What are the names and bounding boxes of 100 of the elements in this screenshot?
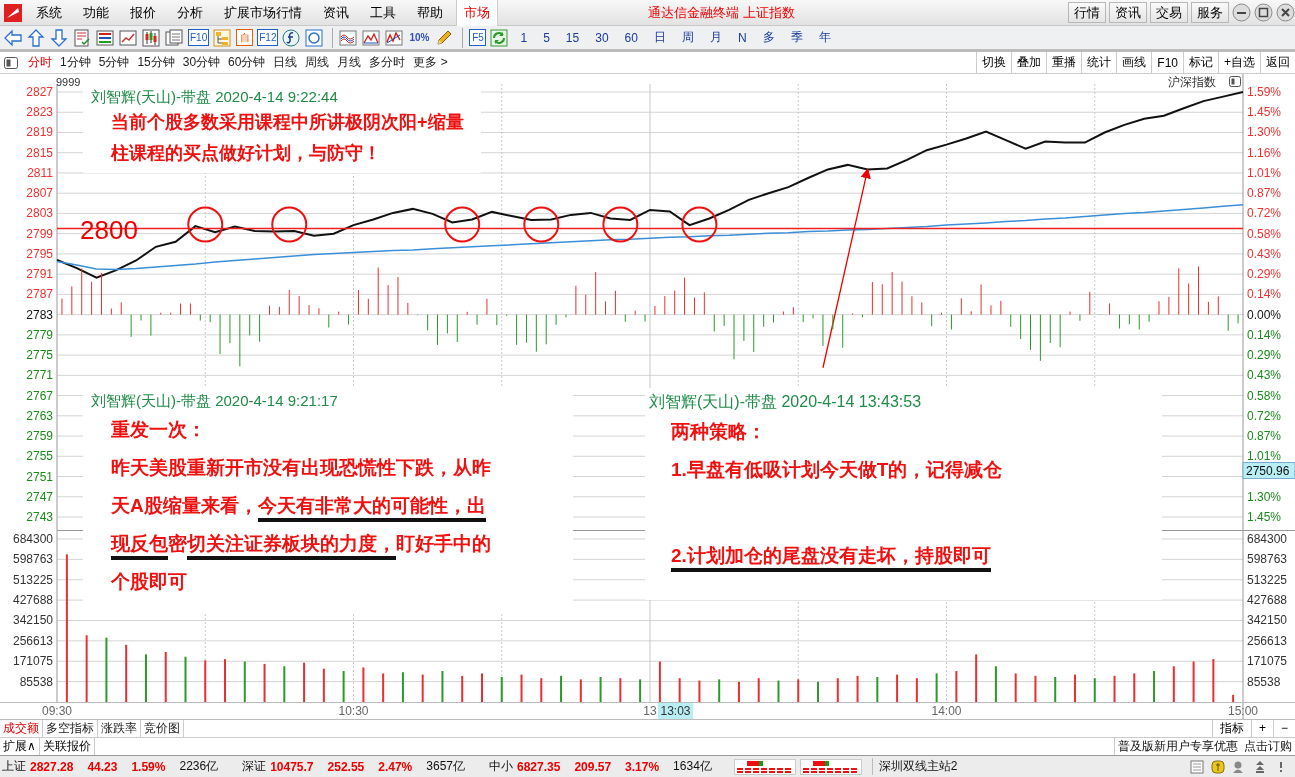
top-button[interactable]: 行情 (1068, 2, 1106, 23)
volume-bar (1232, 694, 1235, 702)
wave-chart-icon[interactable] (339, 28, 358, 47)
top-button[interactable]: 交易 (1150, 2, 1188, 23)
period-tab[interactable]: 多分时 (365, 54, 410, 71)
person-icon[interactable] (1232, 759, 1246, 774)
axis-label: 2743 (26, 510, 53, 524)
close-icon[interactable] (1276, 3, 1295, 22)
toolbar-button[interactable]: F10 (188, 29, 210, 46)
top-button[interactable]: 服务 (1191, 2, 1229, 23)
period-button[interactable]: 15 (557, 30, 588, 45)
period-tab[interactable]: 周线 (301, 54, 334, 71)
period-button[interactable]: 季 (782, 29, 811, 46)
menu-item[interactable]: 系统 (28, 3, 75, 22)
volume-bar (678, 678, 681, 702)
indicator-tab[interactable]: 成交额 (0, 720, 43, 737)
volume-bar (144, 654, 147, 702)
period-tab[interactable]: 5分钟 (94, 54, 134, 71)
pencil-icon[interactable] (435, 28, 454, 47)
indicator-tab[interactable]: 多空指标 (43, 720, 98, 737)
indicator-tab[interactable]: 竞价图 (141, 720, 184, 737)
function-icon[interactable] (282, 28, 301, 47)
volume-bar (658, 661, 661, 702)
area-chart-icon[interactable] (362, 28, 381, 47)
panel-toggle-icon[interactable] (1229, 76, 1241, 87)
market-tab[interactable]: 市场 (456, 0, 498, 26)
volume-bar (876, 677, 879, 702)
volume-bar (896, 674, 899, 702)
period-button[interactable]: 月 (701, 29, 730, 46)
period-button[interactable]: 年 (810, 29, 839, 46)
double-arrow-up-icon[interactable] (1253, 759, 1267, 774)
volume-bar (955, 671, 958, 702)
volume-bar (1054, 677, 1057, 702)
app-logo-icon[interactable] (4, 3, 22, 22)
market-value: 10475.7 (270, 759, 314, 774)
market-name: 上证 (2, 758, 26, 775)
promo-link[interactable]: 点击订购 (1241, 738, 1295, 755)
period-button[interactable]: 多 (754, 29, 783, 46)
volume-bar (303, 662, 306, 702)
period-button[interactable]: 30 (587, 30, 617, 45)
coin-icon[interactable] (1211, 759, 1225, 774)
period-tab[interactable]: 30分钟 (178, 54, 225, 71)
ring-icon[interactable] (305, 28, 324, 47)
table-icon[interactable] (96, 28, 114, 47)
toolbar-button[interactable]: 10% (409, 32, 430, 43)
toolbar-button[interactable]: F12 (257, 29, 279, 46)
volume-bar (698, 680, 701, 702)
extension-tab[interactable]: 扩展∧ (0, 738, 40, 755)
minimize-icon[interactable] (1232, 3, 1251, 22)
top-button[interactable]: 资讯 (1109, 2, 1147, 23)
menu-item[interactable]: 资讯 (315, 3, 362, 22)
period-tab[interactable]: 1分钟 (56, 54, 95, 71)
period-button[interactable]: 60 (616, 30, 646, 45)
axis-label: 2767 (26, 388, 53, 403)
menu-item[interactable]: 分析 (169, 3, 216, 22)
refresh-icon[interactable] (490, 28, 509, 47)
line-chart-icon[interactable] (119, 28, 137, 47)
time-label: 15:00 (1228, 704, 1258, 718)
menu-item[interactable]: 报价 (122, 3, 169, 22)
arrow-up-icon[interactable] (27, 28, 45, 47)
period-tab[interactable]: 月线 (333, 54, 366, 71)
time-label: 09:30 (42, 704, 72, 718)
marker-circle (187, 206, 224, 243)
period-tab[interactable]: 日线 (269, 54, 302, 71)
documents-icon[interactable] (165, 28, 183, 47)
period-button[interactable]: 1 (512, 30, 536, 45)
axis-label: 2819 (26, 125, 53, 140)
candlestick-icon[interactable] (142, 28, 160, 47)
period-button[interactable]: N (729, 30, 755, 45)
zigzag-chart-icon[interactable] (385, 28, 404, 47)
period-tab[interactable]: 更多 > (409, 54, 452, 71)
arrow-down-icon[interactable] (50, 28, 68, 47)
market-value: 44.23 (87, 759, 118, 774)
volume-bar (777, 680, 780, 702)
menu-item[interactable]: 工具 (362, 3, 409, 22)
volume-bar (382, 673, 385, 702)
menu-item[interactable]: 帮助 (409, 3, 456, 22)
period-tab[interactable]: 15分钟 (133, 54, 179, 71)
toolbar-button[interactable]: 自 (236, 29, 254, 46)
axis-label: 0.87% (1247, 429, 1282, 444)
volume-bar (540, 678, 543, 702)
marker-circle (602, 206, 639, 243)
menu-item[interactable]: 扩展市场行情 (216, 3, 315, 22)
axis-label: 1.59% (1247, 85, 1282, 99)
promo-link[interactable]: 普及版新用户专享优惠 (1115, 738, 1241, 755)
indicator-tab[interactable]: 涨跌率 (98, 720, 141, 737)
menu-item[interactable]: 功能 (75, 3, 122, 22)
period-button[interactable]: 周 (673, 29, 702, 46)
volume-bar (718, 679, 721, 702)
toolbar-button[interactable]: F5 (469, 29, 487, 46)
arrow-left-icon[interactable] (4, 28, 22, 47)
axis-label: 0.58% (1247, 388, 1282, 403)
axis-label: 598763 (12, 552, 53, 567)
period-tab[interactable]: 分时 (24, 54, 56, 71)
period-tab[interactable]: 60分钟 (224, 54, 270, 71)
period-button[interactable]: 5 (535, 30, 558, 45)
panel-toggle-icon[interactable] (4, 56, 18, 69)
maximize-icon[interactable] (1254, 3, 1273, 22)
report-icon[interactable] (73, 28, 91, 47)
period-button[interactable]: 日 (645, 29, 674, 46)
